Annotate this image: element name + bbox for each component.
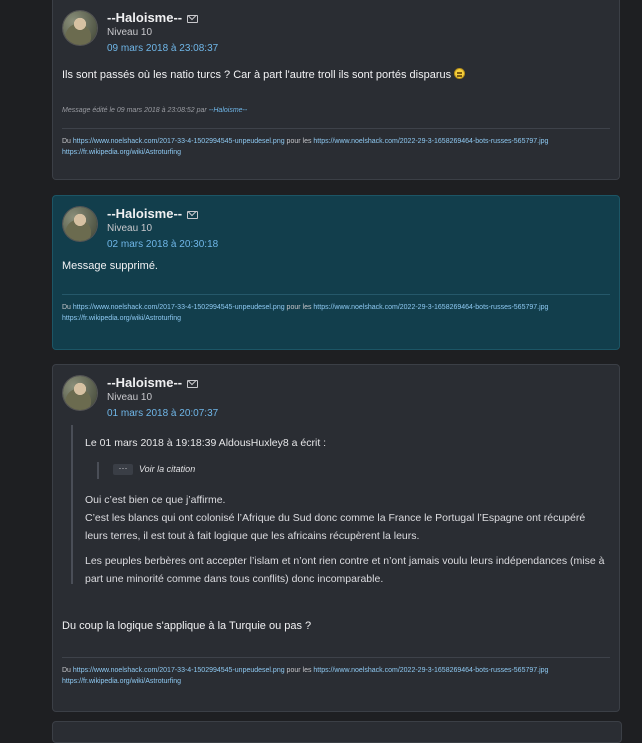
post-date-link[interactable]: 02 mars 2018 à 20:30:18 bbox=[107, 239, 218, 250]
signature-link-1[interactable]: https://www.noelshack.com/2017-33-4-1502… bbox=[73, 667, 285, 674]
post-message: Message supprimé. bbox=[62, 260, 158, 272]
post-message: Du coup la logique s'applique à la Turqu… bbox=[62, 620, 312, 632]
author-name[interactable]: --Haloisme-- bbox=[107, 206, 182, 221]
mail-icon[interactable] bbox=[187, 15, 198, 23]
author-name[interactable]: --Haloisme-- bbox=[107, 375, 182, 390]
signature-link-2[interactable]: https://www.noelshack.com/2022-29-3-1658… bbox=[313, 138, 548, 145]
author-level: Niveau 10 bbox=[107, 223, 153, 234]
signature-separator bbox=[62, 657, 610, 658]
signature-link-1[interactable]: https://www.noelshack.com/2017-33-4-1502… bbox=[73, 138, 285, 145]
signature-link-1[interactable]: https://www.noelshack.com/2017-33-4-1502… bbox=[73, 304, 285, 311]
ellipsis-button[interactable]: ··· bbox=[113, 464, 133, 475]
blockquote: Le 01 mars 2018 à 19:18:39 AldousHuxley8… bbox=[71, 425, 604, 585]
nested-quote: ··· Voir la citation bbox=[97, 462, 195, 479]
signature-link-2[interactable]: https://www.noelshack.com/2022-29-3-1658… bbox=[313, 304, 548, 311]
author-level: Niveau 10 bbox=[107, 27, 153, 38]
avatar[interactable] bbox=[63, 207, 97, 241]
signature-text: Du bbox=[62, 667, 73, 674]
signature-link-3[interactable]: https://fr.wikipedia.org/wiki/Astroturfi… bbox=[62, 315, 181, 322]
quote-paragraph-2: Les peuples berbères ont accepter l’isla… bbox=[85, 555, 605, 585]
post-2: --Haloisme-- Niveau 10 02 mars 2018 à 20… bbox=[52, 195, 620, 350]
avatar[interactable] bbox=[63, 11, 97, 45]
see-quote-label[interactable]: Voir la citation bbox=[139, 464, 195, 474]
signature: Du https://www.noelshack.com/2017-33-4-1… bbox=[62, 136, 592, 158]
signature-separator bbox=[62, 294, 610, 295]
edit-note-author-link[interactable]: --Haloisme-- bbox=[209, 107, 248, 114]
edit-note: Message édité le 09 mars 2018 à 23:08:52… bbox=[62, 107, 247, 114]
signature-text: Du bbox=[62, 138, 73, 145]
quote-header: Le 01 mars 2018 à 19:18:39 AldousHuxley8… bbox=[85, 437, 327, 449]
mail-icon[interactable] bbox=[187, 380, 198, 388]
edit-note-text: Message édité le 09 mars 2018 à 23:08:52… bbox=[62, 107, 209, 114]
post-3: --Haloisme-- Niveau 10 01 mars 2018 à 20… bbox=[52, 364, 620, 712]
signature-text: Du bbox=[62, 304, 73, 311]
post-date-link[interactable]: 01 mars 2018 à 20:07:37 bbox=[107, 408, 218, 419]
author-name[interactable]: --Haloisme-- bbox=[107, 10, 182, 25]
author-level: Niveau 10 bbox=[107, 392, 153, 403]
signature-link-3[interactable]: https://fr.wikipedia.org/wiki/Astroturfi… bbox=[62, 149, 181, 156]
next-post-partial bbox=[52, 721, 622, 743]
signature-text: pour les bbox=[284, 138, 314, 145]
post-message: Ils sont passés où les natio turcs ? Car… bbox=[62, 67, 466, 83]
quote-paragraph-1: Oui c’est bien ce que j’affirme. C’est l… bbox=[85, 494, 586, 542]
signature-link-3[interactable]: https://fr.wikipedia.org/wiki/Astroturfi… bbox=[62, 678, 181, 685]
mail-icon[interactable] bbox=[187, 211, 198, 219]
post-1: --Haloisme-- Niveau 10 09 mars 2018 à 23… bbox=[52, 0, 620, 180]
signature: Du https://www.noelshack.com/2017-33-4-1… bbox=[62, 665, 592, 687]
post-date-link[interactable]: 09 mars 2018 à 23:08:37 bbox=[107, 43, 218, 54]
signature-link-2[interactable]: https://www.noelshack.com/2022-29-3-1658… bbox=[313, 667, 548, 674]
signature-separator bbox=[62, 128, 610, 129]
signature-text: pour les bbox=[284, 304, 314, 311]
signature-text: pour les bbox=[284, 667, 314, 674]
smiley-emoji-icon bbox=[454, 68, 466, 79]
avatar[interactable] bbox=[63, 376, 97, 410]
signature: Du https://www.noelshack.com/2017-33-4-1… bbox=[62, 302, 592, 324]
post-message-text: Ils sont passés où les natio turcs ? Car… bbox=[62, 69, 452, 81]
